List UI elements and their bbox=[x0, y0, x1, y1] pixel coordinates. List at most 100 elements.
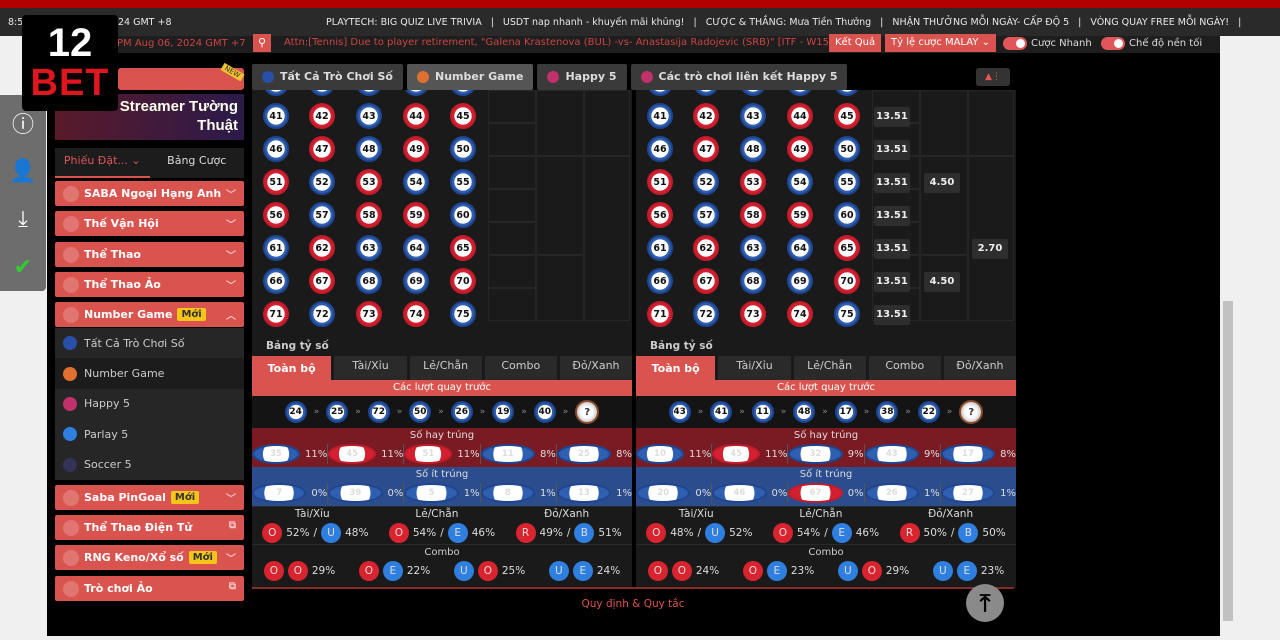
odds-cell-group10[interactable] bbox=[584, 156, 630, 321]
number-ball[interactable]: 51 bbox=[647, 169, 673, 195]
number-ball[interactable]: 36 bbox=[263, 90, 289, 96]
number-ball[interactable]: 55 bbox=[834, 169, 860, 195]
number-ball[interactable]: 46 bbox=[263, 136, 289, 162]
number-ball[interactable]: 74 bbox=[403, 301, 429, 327]
number-ball[interactable]: 40 bbox=[533, 401, 556, 423]
number-ball[interactable]: 35 bbox=[252, 444, 300, 464]
marquee-item[interactable]: NHẬN THƯỞNG MỖI NGÀY- CẤP ĐỘ 5 bbox=[892, 17, 1069, 28]
number-ball[interactable]: 41 bbox=[647, 103, 673, 129]
toggle-switch[interactable] bbox=[1101, 37, 1125, 50]
sidebar-item[interactable]: Saba PinGoal Mới ﹀ bbox=[55, 485, 244, 510]
number-ball[interactable]: 8 bbox=[480, 483, 535, 503]
page-scrollbar[interactable] bbox=[1222, 53, 1234, 636]
results-button[interactable]: Kết Quả bbox=[829, 34, 882, 52]
number-ball[interactable]: 65 bbox=[834, 235, 860, 261]
number-ball[interactable]: 71 bbox=[647, 301, 673, 327]
number-ball[interactable]: 36 bbox=[647, 90, 673, 96]
chevron-down-icon[interactable]: ﹀ bbox=[226, 247, 236, 262]
number-ball[interactable]: 59 bbox=[787, 202, 813, 228]
number-ball[interactable]: 26 bbox=[864, 483, 919, 503]
submenu-item[interactable]: Number Game bbox=[55, 358, 244, 389]
number-ball[interactable]: 73 bbox=[356, 301, 382, 327]
number-ball[interactable]: 75 bbox=[834, 301, 860, 327]
number-ball[interactable]: 70 bbox=[834, 268, 860, 294]
number-ball[interactable]: 45 bbox=[450, 103, 476, 129]
number-ball[interactable]: 67 bbox=[788, 483, 843, 503]
fast-bet-toggle[interactable]: Cược Nhanh bbox=[1003, 37, 1092, 50]
odds-button[interactable]: 13.51 bbox=[874, 272, 910, 292]
odds-button[interactable]: 13.51 bbox=[874, 107, 910, 127]
number-ball[interactable]: 38 bbox=[876, 401, 899, 423]
number-ball[interactable]: 38 bbox=[740, 90, 766, 96]
submenu-item[interactable]: Parlay 5 bbox=[55, 419, 244, 449]
tab-bet-list[interactable]: Bảng Cược bbox=[150, 148, 245, 178]
tab-bet-slip[interactable]: Phiếu Đặt... ⌄ bbox=[55, 148, 150, 178]
number-ball[interactable]: 51 bbox=[404, 444, 453, 464]
submenu-item[interactable]: Tất Cả Trò Chơi Số bbox=[55, 328, 244, 358]
number-ball[interactable]: 62 bbox=[693, 235, 719, 261]
number-ball[interactable]: 72 bbox=[309, 301, 335, 327]
stats-tab[interactable]: Lẻ/Chẵn bbox=[409, 356, 482, 380]
sidebar-item[interactable]: Trò chơi Ảo ⧉ bbox=[55, 576, 244, 601]
number-ball[interactable]: 60 bbox=[834, 202, 860, 228]
number-ball[interactable]: 69 bbox=[403, 268, 429, 294]
sidebar-item[interactable]: Thế Vận Hội ﹀ bbox=[55, 211, 244, 236]
odds-type-dropdown[interactable]: Tỷ lệ cược MALAY ⌄ bbox=[885, 34, 996, 52]
number-ball[interactable]: 20 bbox=[636, 483, 691, 503]
number-ball[interactable]: 25 bbox=[326, 401, 349, 423]
number-ball[interactable]: 52 bbox=[309, 169, 335, 195]
number-ball[interactable]: 39 bbox=[787, 90, 813, 96]
stats-tab[interactable]: Toàn bộ bbox=[252, 356, 332, 382]
number-ball[interactable]: 72 bbox=[367, 401, 390, 423]
odds-cell-group10[interactable] bbox=[968, 90, 1014, 156]
submenu-item[interactable]: Soccer 5 bbox=[55, 450, 244, 480]
number-ball[interactable]: 11 bbox=[751, 401, 774, 423]
number-ball[interactable]: 5 bbox=[404, 483, 459, 503]
number-ball[interactable]: 10 bbox=[636, 444, 684, 464]
stats-tab[interactable]: Tài/Xỉu bbox=[718, 356, 791, 380]
number-ball[interactable]: 46 bbox=[647, 136, 673, 162]
marquee-item[interactable]: USDT nap nhanh - khuyến mãi khủng! bbox=[503, 17, 685, 28]
odds-cell-single[interactable] bbox=[488, 189, 536, 222]
number-ball[interactable]: 39 bbox=[328, 483, 383, 503]
odds-cell-group5[interactable] bbox=[920, 156, 968, 255]
number-ball[interactable]: 61 bbox=[263, 235, 289, 261]
number-ball[interactable]: 68 bbox=[356, 268, 382, 294]
sidebar-item[interactable]: Number Game Mới ︿ bbox=[55, 302, 244, 327]
rules-link[interactable]: Quy định & Quy tắc bbox=[520, 598, 746, 610]
number-ball[interactable]: 38 bbox=[356, 90, 382, 96]
odds-cell-single[interactable] bbox=[488, 156, 536, 189]
number-ball[interactable]: 63 bbox=[740, 235, 766, 261]
sidebar-item[interactable]: SABA Ngoại Hạng Anh ﹀ bbox=[55, 181, 244, 206]
number-ball[interactable]: 43 bbox=[864, 444, 919, 464]
number-ball[interactable]: 49 bbox=[403, 136, 429, 162]
sort-icon[interactable]: ▲⋮ bbox=[976, 68, 1010, 86]
sidebar-item[interactable]: RNG Keno/Xổ số Mới ﹀ bbox=[55, 545, 244, 570]
number-ball[interactable]: 24 bbox=[284, 401, 307, 423]
number-ball[interactable]: 70 bbox=[450, 268, 476, 294]
number-ball[interactable]: 47 bbox=[693, 136, 719, 162]
number-ball[interactable]: 72 bbox=[693, 301, 719, 327]
number-ball[interactable]: 56 bbox=[263, 202, 289, 228]
number-ball[interactable]: 48 bbox=[356, 136, 382, 162]
number-ball[interactable]: 74 bbox=[787, 301, 813, 327]
stats-tab[interactable]: Lẻ/Chẵn bbox=[793, 356, 866, 380]
content-tab[interactable]: Number Game bbox=[407, 64, 534, 90]
number-ball[interactable]: 61 bbox=[647, 235, 673, 261]
number-ball[interactable]: 22 bbox=[917, 401, 940, 423]
number-ball[interactable]: 64 bbox=[787, 235, 813, 261]
odds-button[interactable]: 13.51 bbox=[874, 239, 910, 259]
number-ball[interactable]: 43 bbox=[668, 401, 691, 423]
number-ball[interactable]: 48 bbox=[793, 401, 816, 423]
number-ball[interactable]: 42 bbox=[693, 103, 719, 129]
number-ball[interactable]: 45 bbox=[712, 444, 761, 464]
support-agent-icon[interactable]: 👤 bbox=[0, 151, 46, 191]
odds-cell-single[interactable] bbox=[488, 90, 536, 123]
number-ball[interactable]: 57 bbox=[309, 202, 335, 228]
content-tab[interactable]: Tất Cả Trò Chơi Số bbox=[252, 64, 403, 90]
number-ball[interactable]: 49 bbox=[787, 136, 813, 162]
number-ball[interactable]: 58 bbox=[740, 202, 766, 228]
submenu-item[interactable]: Happy 5 bbox=[55, 389, 244, 419]
external-link-icon[interactable]: ⧉ bbox=[229, 581, 236, 592]
odds-cell-single[interactable] bbox=[488, 288, 536, 321]
